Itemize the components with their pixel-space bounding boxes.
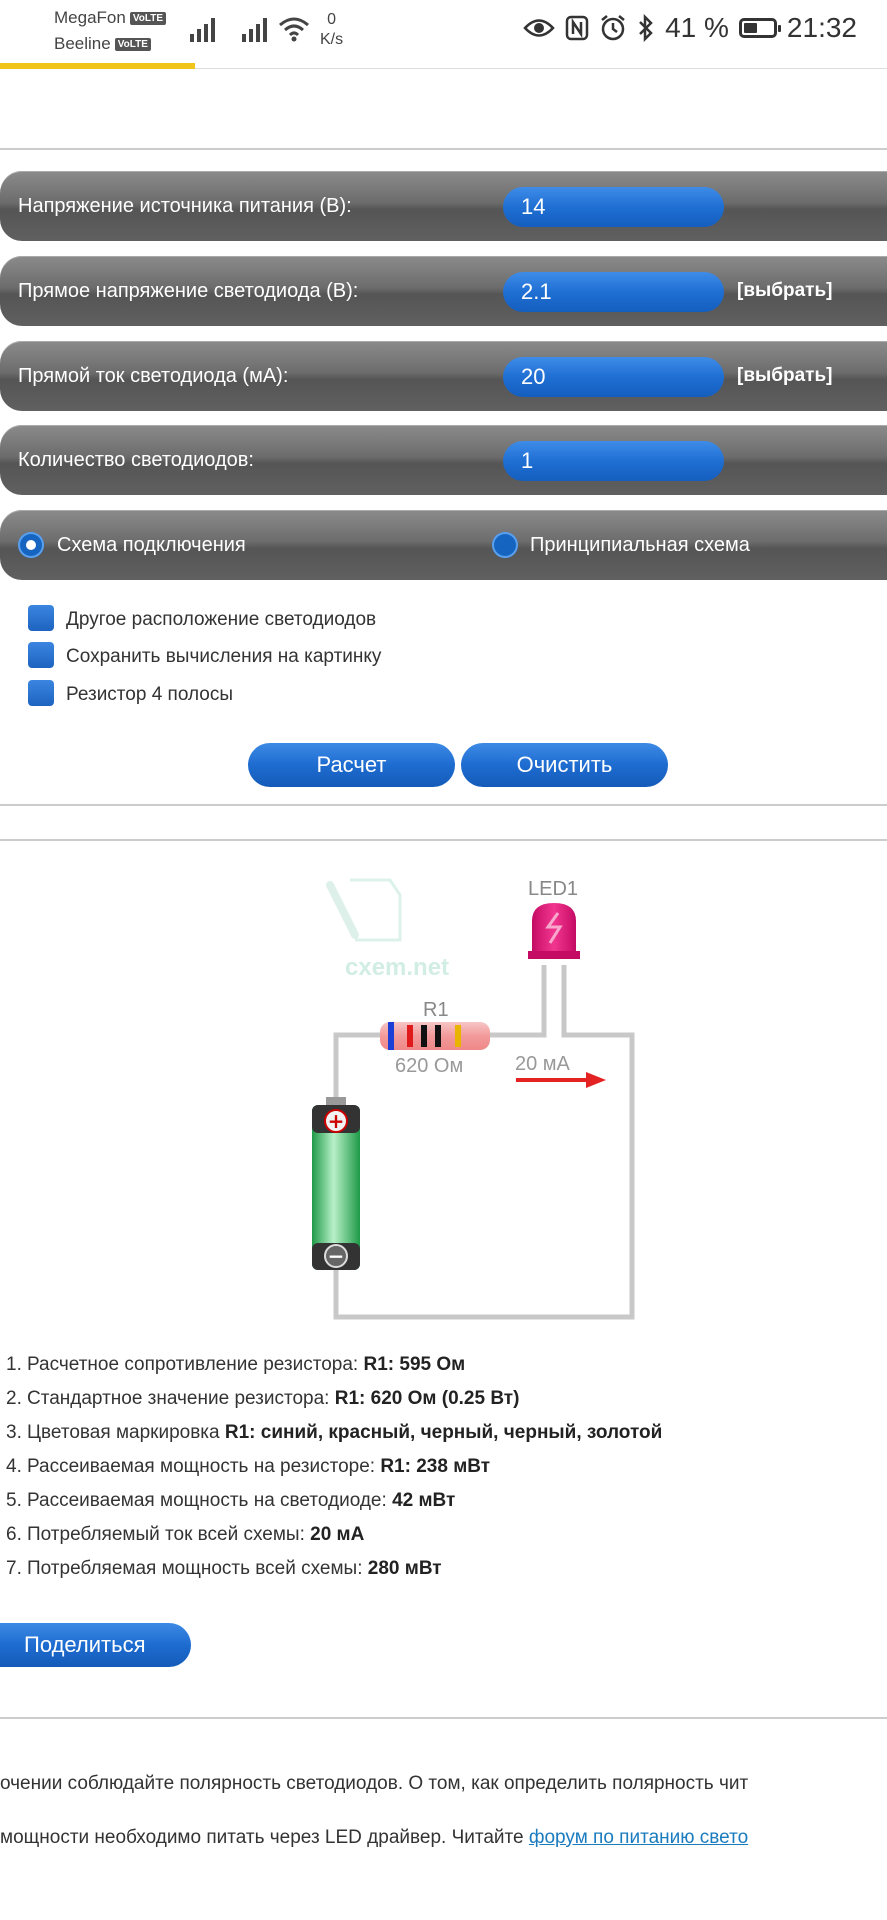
list-item: 5. Рассеиваемая мощность на светодиоде: 4…: [6, 1490, 456, 1511]
bluetooth-icon: [639, 14, 653, 42]
checkbox-4band-label[interactable]: Резистор 4 полосы: [66, 684, 233, 706]
net-speed: 0 K/s: [320, 11, 344, 48]
share-button[interactable]: Поделиться: [0, 1623, 191, 1667]
status-bar: MegaFon VoLTE Beeline VoLTE 0 K/s 41 % 2…: [0, 0, 887, 70]
footer-text-1: очении соблюдайте полярность светодиодов…: [0, 1773, 749, 1794]
divider: [0, 1717, 887, 1719]
supply-voltage-input[interactable]: 14: [503, 187, 724, 227]
select-voltage-link[interactable]: [выбрать]: [737, 280, 832, 302]
calculate-button[interactable]: Расчет: [248, 743, 455, 787]
circuit-diagram: cxem.net R1 620 Ом LED1 20 мА + −: [312, 878, 635, 1320]
checkbox-other-layout[interactable]: [28, 605, 54, 631]
resistor-value: 620 Ом: [395, 1055, 463, 1077]
battery-percent: 41 %: [665, 12, 729, 43]
divider: [0, 148, 887, 150]
list-item: 2. Стандартное значение резистора: R1: 62…: [6, 1388, 520, 1409]
led-label: LED1: [528, 878, 578, 900]
led-count-row: Количество светодиодов: 1: [0, 425, 887, 495]
list-item: 4. Рассеиваемая мощность на резисторе: R1…: [6, 1456, 491, 1477]
list-item: 3. Цветовая маркировка R1: синий, красный…: [6, 1422, 663, 1443]
watermark-logo: [326, 878, 402, 942]
forward-voltage-label: Прямое напряжение светодиода (В):: [18, 280, 359, 302]
battery-icon: [738, 18, 781, 38]
alarm-icon: [601, 15, 625, 41]
resistor-label: R1: [423, 999, 449, 1021]
eye-icon: [523, 19, 555, 37]
results-list: 1. Расчетное сопротивление резистора: R1:…: [0, 1348, 662, 1586]
forward-current-input[interactable]: 20: [503, 357, 724, 397]
signal-icon: [242, 16, 267, 42]
clock: 21:32: [786, 12, 857, 43]
watermark-text: cxem.net: [345, 954, 449, 981]
forward-voltage-row: Прямое напряжение светодиода (В): 2.1 [в…: [0, 256, 887, 326]
list-item: 6. Потребляемый ток всей схемы: 20 мА: [6, 1524, 365, 1545]
status-right: 41 % 21:32: [523, 12, 857, 44]
checkbox-other-layout-label[interactable]: Другое расположение светодиодов: [66, 609, 376, 631]
nfc-icon: [565, 15, 589, 41]
radio-schematic[interactable]: [492, 532, 518, 558]
minus-sign: −: [328, 1244, 345, 1268]
supply-voltage-row: Напряжение источника питания (В): 14: [0, 171, 887, 241]
list-item: 1. Расчетное сопротивление резистора: R1:…: [6, 1354, 466, 1375]
carrier-2: Beeline VoLTE: [54, 34, 151, 54]
wifi-icon: [279, 17, 309, 42]
supply-voltage-label: Напряжение источника питания (В):: [18, 195, 352, 217]
divider: [0, 804, 887, 806]
current-label: 20 мА: [515, 1053, 571, 1075]
radio-schematic-label[interactable]: Принципиальная схема: [530, 534, 750, 557]
list-item: 7. Потребляемая мощность всей схемы: 280 …: [6, 1558, 442, 1579]
select-current-link[interactable]: [выбрать]: [737, 365, 832, 387]
plus-sign: +: [328, 1109, 345, 1133]
clear-button[interactable]: Очистить: [461, 743, 668, 787]
radio-wiring-label[interactable]: Схема подключения: [57, 534, 246, 557]
led-icon: [528, 903, 580, 959]
divider: [195, 68, 887, 69]
power-forum-link[interactable]: форум по питанию свето: [529, 1827, 748, 1848]
divider: [0, 839, 887, 841]
checkbox-4band[interactable]: [28, 680, 54, 706]
led-count-input[interactable]: 1: [503, 441, 724, 481]
led-count-label: Количество светодиодов:: [18, 449, 254, 471]
checkbox-save-image-label[interactable]: Сохранить вычисления на картинку: [66, 646, 381, 668]
radio-wiring[interactable]: [18, 532, 44, 558]
footer-text-2: мощности необходимо питать через LED дра…: [0, 1827, 749, 1848]
wire: [333, 965, 635, 1320]
diagram-type-row: Схема подключения Принципиальная схема: [0, 510, 887, 580]
signal-icon: [190, 16, 215, 42]
resistor-icon: [380, 1022, 490, 1050]
tab-indicator: [0, 63, 195, 69]
carrier-1: MegaFon VoLTE: [54, 8, 167, 28]
forward-current-row: Прямой ток светодиода (мА): 20 [выбрать]: [0, 341, 887, 411]
forward-voltage-input[interactable]: 2.1: [503, 272, 724, 312]
wire: [490, 965, 547, 1038]
forward-current-label: Прямой ток светодиода (мА):: [18, 365, 289, 387]
checkbox-save-image[interactable]: [28, 642, 54, 668]
